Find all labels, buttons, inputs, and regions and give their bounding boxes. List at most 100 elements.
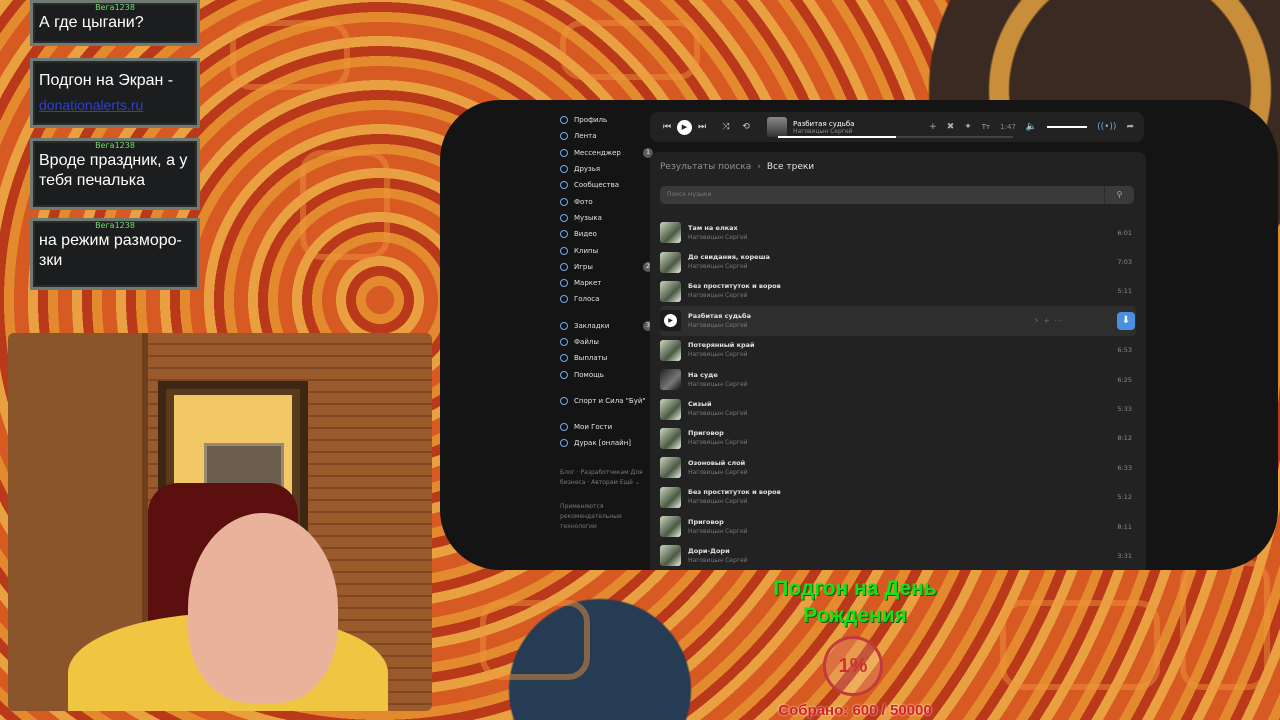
sidebar-item[interactable]: Музыка <box>560 210 650 226</box>
shuffle-icon[interactable]: ⤨ <box>719 122 733 132</box>
sidebar-item[interactable]: Дурак [онлайн] <box>560 435 650 451</box>
track-artist[interactable]: Наговицын Сергей <box>688 556 748 565</box>
track-info: До свидания, кореша Наговицын Сергей <box>688 253 770 271</box>
track-title: На суде <box>688 370 718 379</box>
previous-icon[interactable]: ⏮ <box>660 122 674 132</box>
track-artist[interactable]: Наговицын Сергей <box>688 527 748 536</box>
sidebar-item[interactable]: Мои Гости <box>560 419 650 435</box>
track-play-icon[interactable]: ▶ <box>660 310 681 332</box>
sidebar-item[interactable]: Выплаты <box>560 350 650 366</box>
track-artist[interactable]: Наговицын Сергей <box>688 409 748 418</box>
chat-link[interactable]: donationalerts.ru <box>33 95 197 119</box>
sidebar-item[interactable]: Видео <box>560 226 650 242</box>
track-cover[interactable] <box>660 251 681 273</box>
sidebar-item[interactable]: Клипы <box>560 242 650 258</box>
progress-bar[interactable] <box>778 136 1013 138</box>
sidebar-item[interactable]: Игры 2 <box>560 259 653 275</box>
track-artist[interactable]: Наговицын Сергей <box>688 233 748 242</box>
track-duration: 6:33 <box>1117 463 1132 472</box>
track-cover[interactable] <box>660 486 681 508</box>
sidebar-item[interactable]: Профиль <box>560 112 650 128</box>
sidebar-item[interactable]: Фото <box>560 193 650 209</box>
chevron-right-icon: › <box>757 162 761 172</box>
chat-username <box>33 61 197 71</box>
track-info: Там на елках Наговицын Сергей <box>688 224 748 242</box>
track-row[interactable]: Сизый Наговицын Сергей 5:33 <box>660 394 1136 423</box>
volume-icon[interactable]: 🔈 <box>1026 122 1037 132</box>
track-row[interactable]: Озоновый слой Наговицын Сергей 6:33 <box>660 453 1136 482</box>
goal-progress-ring: 1% <box>823 636 883 696</box>
track-artist[interactable]: Наговицын Сергей <box>688 350 755 359</box>
track-cover[interactable] <box>660 427 681 449</box>
add-icon[interactable]: + <box>929 122 937 132</box>
track-row[interactable]: До свидания, кореша Наговицын Сергей 7:03 <box>660 247 1136 276</box>
sidebar-item[interactable]: Спорт и Сила "Буй" <box>560 393 650 409</box>
breadcrumb-parent[interactable]: Результаты поиска <box>660 162 751 172</box>
next-icon[interactable]: ⏭ <box>695 122 709 132</box>
sidebar-item[interactable]: Лента <box>560 128 650 144</box>
sidebar-item[interactable]: Мессенджер 1 <box>560 145 653 161</box>
track-actions-icon[interactable]: ⚡+⋯ <box>1034 316 1066 325</box>
search-icon[interactable]: ⚲ <box>1104 186 1134 204</box>
sidebar-footer-links[interactable]: Блог · Разработчикам Для бизнеса · Автор… <box>560 468 650 488</box>
download-button[interactable]: ⬇ <box>1117 311 1135 330</box>
track-duration: 6:53 <box>1117 346 1132 355</box>
track-artist[interactable]: Наговицын Сергей <box>688 468 748 477</box>
repeat-icon[interactable]: ⟲ <box>739 122 753 132</box>
sidebar-item-icon <box>560 116 568 125</box>
track-row[interactable]: ▶ Разбитая судьба Наговицын Сергей ⚡+⋯ ⬇ <box>660 306 1136 336</box>
track-cover[interactable] <box>660 398 681 420</box>
track-cover[interactable] <box>660 545 681 567</box>
track-row[interactable]: Дори-Дори Наговицын Сергей 3:31 <box>660 541 1136 570</box>
track-row[interactable]: На суде Наговицын Сергей 6:25 <box>660 365 1136 394</box>
track-artist[interactable]: Наговицын Сергей <box>688 321 751 330</box>
track-cover[interactable] <box>660 280 681 302</box>
share-icon[interactable]: ➦ <box>1126 122 1134 132</box>
track-cover[interactable] <box>660 457 681 479</box>
search-placeholder: Поиск музыки <box>667 191 712 198</box>
sidebar-item[interactable]: Помощь <box>560 366 650 382</box>
track-info: Дори-Дори Наговицын Сергей <box>688 547 748 565</box>
track-title: Без проституток и воров <box>688 488 781 497</box>
breadcrumb-current: Все треки <box>766 162 815 172</box>
sidebar-item[interactable]: Маркет <box>560 275 650 291</box>
sidebar-item[interactable]: Закладки 3 <box>560 318 653 334</box>
pattern-shape <box>300 150 390 260</box>
now-playing: Разбитая судьба Наговицын Сергей <box>793 120 889 135</box>
sidebar-item[interactable]: Голоса <box>560 291 650 307</box>
track-cover[interactable] <box>660 222 681 244</box>
sidebar-item-icon <box>560 370 568 379</box>
track-artist[interactable]: Наговицын Сергей <box>688 380 748 389</box>
track-row[interactable]: Приговор Наговицын Сергей 8:12 <box>660 424 1136 453</box>
sidebar-item[interactable]: Друзья <box>560 161 650 177</box>
track-cover[interactable] <box>660 339 681 361</box>
magic-icon[interactable]: ✦ <box>964 122 972 132</box>
sidebar-item-label: Мои Гости <box>574 423 613 432</box>
sidebar-item[interactable]: Файлы <box>560 334 650 350</box>
track-artist[interactable]: Наговицын Сергей <box>688 262 770 271</box>
track-artist[interactable]: Наговицын Сергей <box>688 291 781 300</box>
track-row[interactable]: Без проституток и воров Наговицын Сергей 5… <box>660 483 1136 512</box>
track-info: Озоновый слой Наговицын Сергей <box>688 459 748 477</box>
broadcast-icon[interactable]: ((•)) <box>1097 122 1116 132</box>
track-title: Сизый <box>688 400 712 409</box>
volume-slider[interactable] <box>1047 126 1088 128</box>
dislike-icon[interactable]: ✖ <box>947 122 955 132</box>
play-icon[interactable]: ▶ <box>664 314 677 328</box>
track-cover[interactable] <box>660 516 681 538</box>
search-input[interactable]: Поиск музыки ⚲ <box>660 186 1134 204</box>
track-row[interactable]: Потерянный край Наговицын Сергей 6:53 <box>660 336 1136 365</box>
lyrics-icon[interactable]: Tт <box>982 123 990 131</box>
track-artist[interactable]: Наговицын Сергей <box>688 497 781 506</box>
track-cover[interactable] <box>660 369 681 391</box>
chat-text: Вроде праздник, а у тебя печалька <box>39 152 188 189</box>
track-row[interactable]: Приговор Наговицын Сергей 8:11 <box>660 512 1136 541</box>
track-row[interactable]: Без проституток и воров Наговицын Сергей 5… <box>660 277 1136 306</box>
track-row[interactable]: Там на елках Наговицын Сергей 6:01 <box>660 218 1136 247</box>
play-button[interactable]: ▶ <box>677 119 692 135</box>
sidebar-item-icon <box>560 262 568 271</box>
track-artist[interactable]: Наговицын Сергей <box>688 438 748 447</box>
sidebar-item-icon <box>560 396 568 405</box>
sidebar-item[interactable]: Сообщества <box>560 177 650 193</box>
goal-percent: 1% <box>838 655 868 677</box>
